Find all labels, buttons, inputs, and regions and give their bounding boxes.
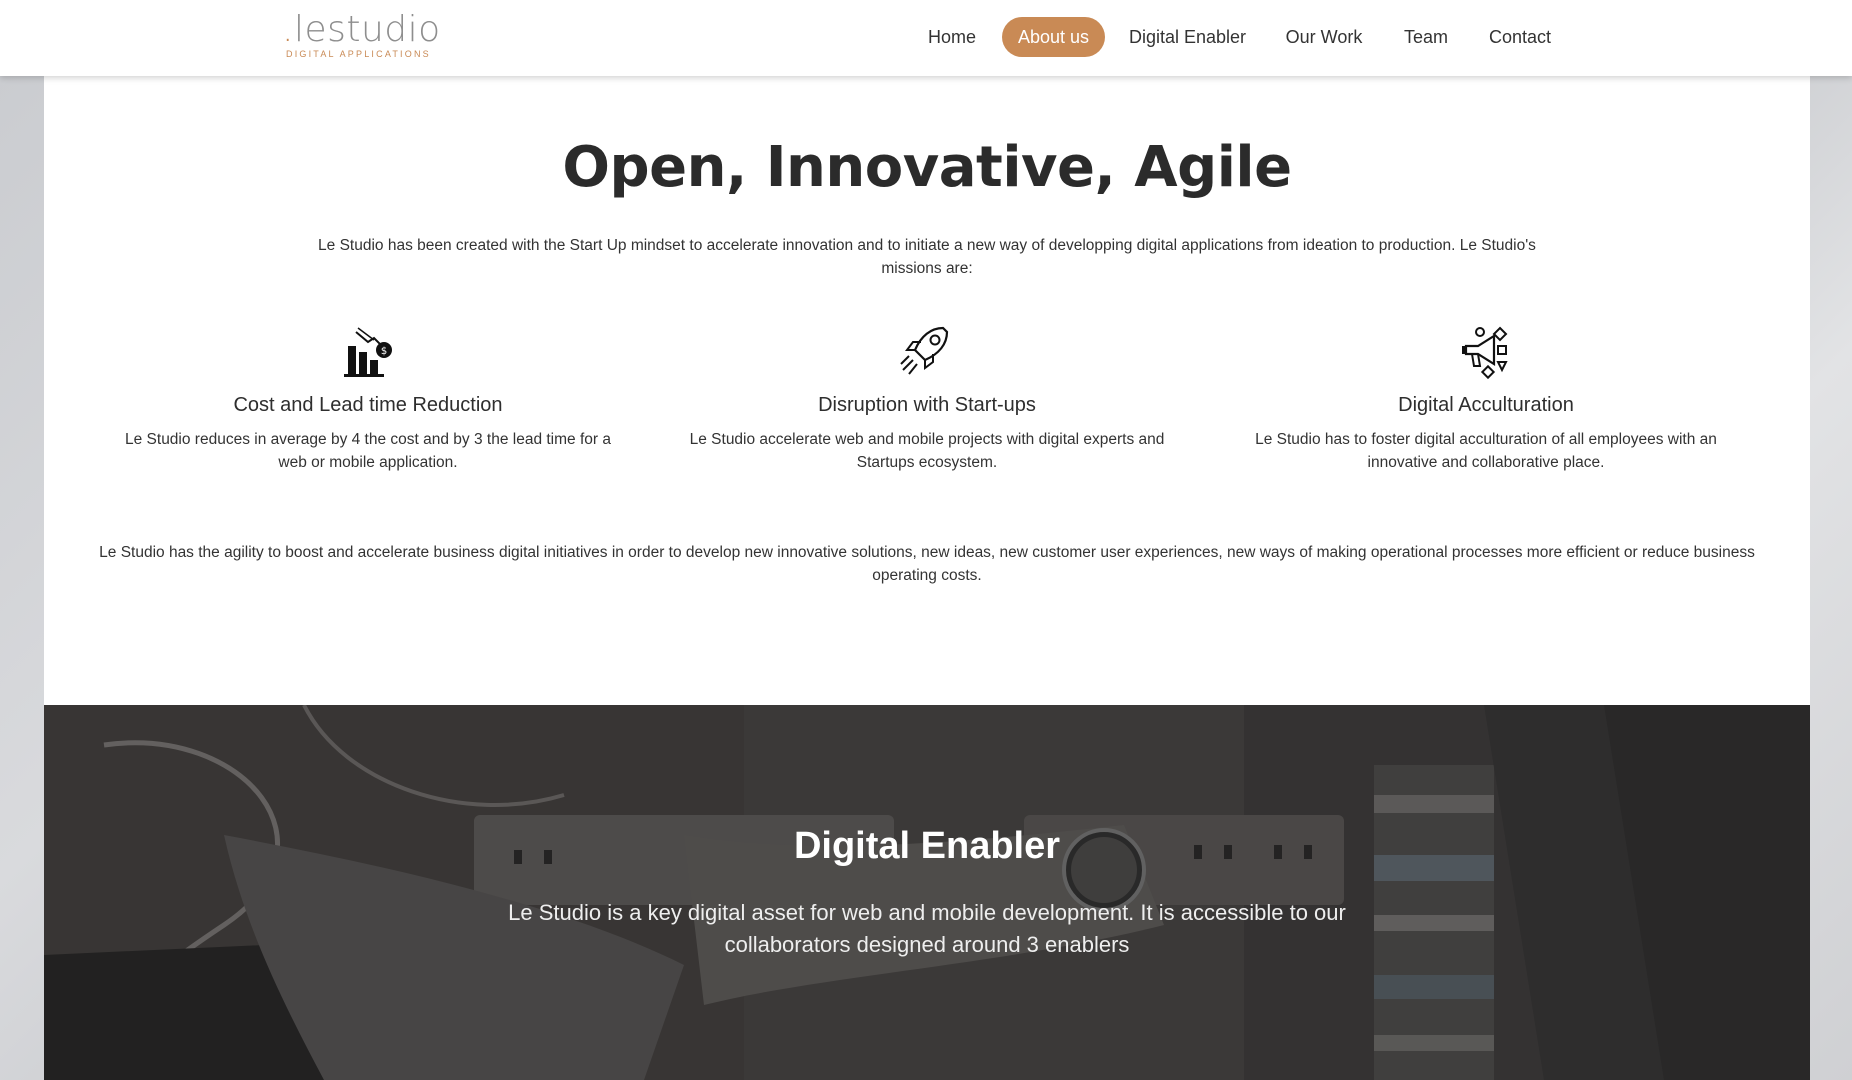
nav-contact[interactable]: Contact — [1480, 17, 1560, 57]
enabler-title: Digital Enabler — [793, 825, 1061, 867]
about-title: Open, Innovative, Agile — [562, 135, 1292, 200]
chart-down-icon: $ — [344, 327, 392, 377]
nav-our-work[interactable]: Our Work — [1278, 17, 1370, 57]
about-intro: Le Studio has been created with the Star… — [318, 237, 1536, 277]
nav-digital-enabler[interactable]: Digital Enabler — [1125, 17, 1250, 57]
mission-text-acculturation: Le Studio has to foster digital accultur… — [1255, 431, 1717, 471]
mission-title-acculturation: Digital Acculturation — [1398, 394, 1574, 416]
logo-text: lestudio — [293, 9, 441, 50]
nav-home[interactable]: Home — [917, 17, 987, 57]
mission-text-cost: Le Studio reduces in average by 4 the co… — [125, 431, 611, 471]
logo-wordmark: .lestudio — [282, 9, 440, 50]
mission-title-cost: Cost and Lead time Reduction — [233, 394, 503, 416]
mission-card-disruption: Disruption with Start-ups Le Studio acce… — [647, 320, 1207, 474]
about-outro: Le Studio has the agility to boost and a… — [99, 544, 1755, 584]
nav-about-us[interactable]: About us — [1002, 17, 1105, 57]
site-header: .lestudio DIGITAL APPLICATIONS Home Abou… — [0, 0, 1852, 76]
logo-subtitle: DIGITAL APPLICATIONS — [286, 49, 431, 59]
rocket-icon — [900, 326, 949, 375]
site-logo[interactable]: .lestudio DIGITAL APPLICATIONS — [282, 9, 440, 60]
enabler-text: Le Studio is a key digital asset for web… — [508, 900, 1346, 957]
megaphone-icon — [1462, 326, 1508, 380]
mission-text-disruption: Le Studio accelerate web and mobile proj… — [689, 431, 1165, 471]
mission-title-disruption: Disruption with Start-ups — [818, 394, 1036, 416]
nav-team[interactable]: Team — [1398, 17, 1454, 57]
logo-dot: . — [282, 9, 294, 50]
mission-card-acculturation: Digital Acculturation Le Studio has to f… — [1206, 320, 1766, 474]
mission-card-cost: $ Cost and Lead time Reduction Le Studio… — [88, 320, 648, 474]
digital-enabler-section: Digital Enabler Le Studio is a key digit… — [44, 705, 1810, 1080]
svg-text:$: $ — [381, 346, 387, 357]
background-photo — [44, 705, 1810, 1080]
about-section: Open, Innovative, Agile Le Studio has be… — [44, 76, 1810, 705]
